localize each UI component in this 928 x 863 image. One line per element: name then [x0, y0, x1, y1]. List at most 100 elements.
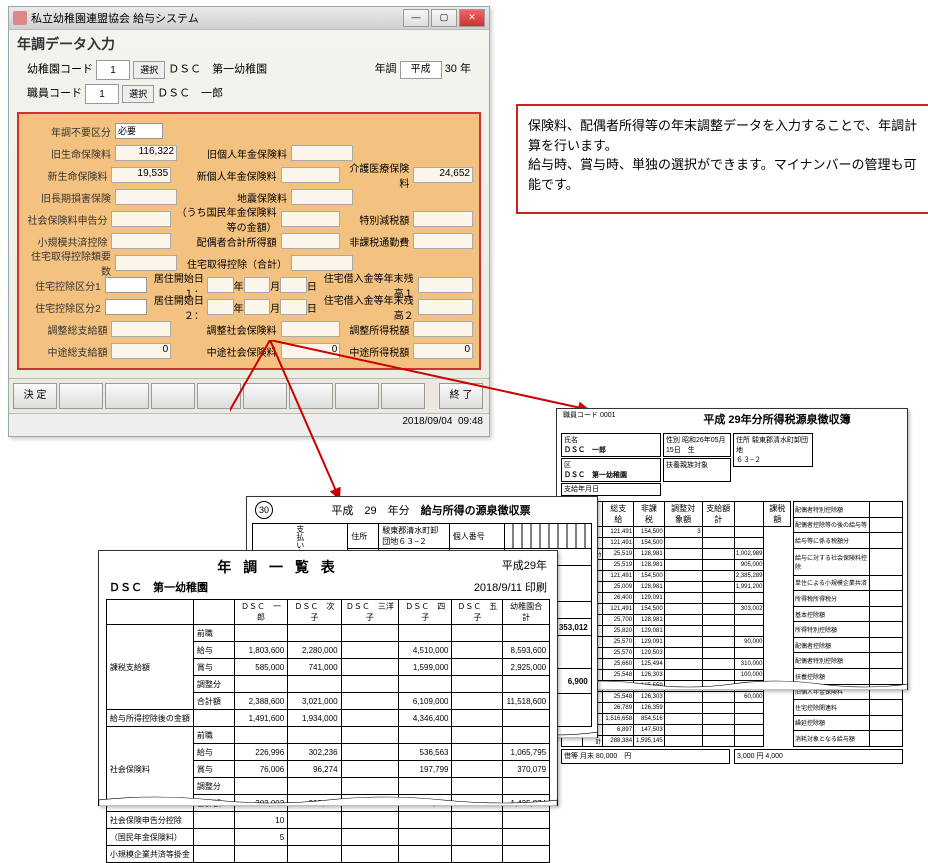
- house-day-input[interactable]: [280, 299, 307, 315]
- form-input[interactable]: [111, 321, 171, 337]
- d3-addr-label: 住所: [736, 437, 750, 444]
- kindergarten-name: ＤＳＣ 第一幼稚園: [168, 64, 267, 76]
- form-input[interactable]: 116,322: [115, 145, 177, 161]
- note-line-2: 給与時、賞与時、単独の選択ができます。マイナンバーの管理も可能です。: [528, 155, 918, 194]
- blank-button-8[interactable]: [381, 383, 425, 409]
- form-input[interactable]: [291, 255, 353, 271]
- page-heading: 年調データ入力: [9, 30, 489, 58]
- year-unit: 年: [460, 63, 471, 75]
- form-input[interactable]: [291, 189, 353, 205]
- code-area: 幼稚園コード 選択 ＤＳＣ 第一幼稚園 年調 平成 30 年 職員コード 選択 …: [9, 58, 489, 110]
- house-month-input[interactable]: [244, 299, 271, 315]
- close-button[interactable]: ✕: [459, 9, 485, 27]
- form-label: 中途社会保険料: [171, 344, 280, 359]
- form-label: 旧長期損害保険: [25, 190, 115, 205]
- kindergarten-code-input[interactable]: [96, 60, 130, 80]
- form-input[interactable]: [111, 233, 171, 249]
- blank-button-4[interactable]: [197, 383, 241, 409]
- fuyo-label: 年調不要区分: [25, 124, 115, 139]
- form-input[interactable]: 0: [413, 343, 473, 359]
- house-balance-input[interactable]: [418, 277, 473, 293]
- minimize-button[interactable]: —: [403, 9, 429, 27]
- house-date-label: 居住開始日２：: [147, 292, 206, 322]
- d3-bottom-left: 借等 月末 80,000 円: [561, 749, 730, 764]
- status-date: 2018/09/04: [402, 416, 452, 427]
- d2-loan-amt: 6,900: [568, 677, 588, 686]
- form-label: 調整社会保険料: [171, 322, 280, 337]
- d3-bottom-right: 3,000 円 4,000: [734, 749, 903, 764]
- d2-addr-label: 住所: [348, 524, 379, 549]
- d2-year: 平成 29 年分: [331, 505, 409, 517]
- house-kubun-label: 住宅控除区分1: [25, 278, 105, 293]
- d3-name: ＤＳＣ 一郎: [564, 447, 606, 454]
- blank-button-7[interactable]: [335, 383, 379, 409]
- form-input[interactable]: [281, 233, 341, 249]
- form-input[interactable]: [281, 321, 341, 337]
- kindergarten-select-button[interactable]: 選択: [133, 61, 165, 79]
- blank-button-3[interactable]: [151, 383, 195, 409]
- form-label: 社会保険料申告分: [25, 212, 111, 227]
- form-input[interactable]: 0: [111, 343, 171, 359]
- form-label: 旧生命保険料: [25, 146, 115, 161]
- form-label: 新個人年金保険料: [171, 168, 280, 183]
- staff-select-button[interactable]: 選択: [122, 85, 154, 103]
- fuyo-select[interactable]: 必要: [115, 123, 163, 139]
- app-icon: [13, 11, 27, 25]
- form-input[interactable]: [413, 211, 473, 227]
- note-line-1: 保険料、配偶者所得等の年末調整データを入力することで、年調計算を行います。: [528, 116, 918, 155]
- d1-printed: 2018/9/11 印刷: [474, 579, 547, 595]
- app-window: 私立幼稚園連盟協会 給与システム — ▢ ✕ 年調データ入力 幼稚園コード 選択…: [8, 6, 490, 437]
- form-input[interactable]: [413, 233, 473, 249]
- end-button[interactable]: 終 了: [439, 383, 483, 409]
- blank-button-2[interactable]: [105, 383, 149, 409]
- form-input[interactable]: [115, 255, 177, 271]
- era-select[interactable]: 平成: [400, 61, 442, 79]
- maximize-button[interactable]: ▢: [431, 9, 457, 27]
- blank-button-5[interactable]: [243, 383, 287, 409]
- d3-org: ＤＳＣ 第一幼稚園: [564, 472, 627, 479]
- house-day-input[interactable]: [280, 277, 307, 293]
- house-kubun-select[interactable]: [105, 299, 148, 315]
- form-panel: 年調不要区分 必要 旧生命保険料116,322旧個人年金保険料新生命保険料19,…: [17, 112, 481, 370]
- house-balance-label: 住宅借入金等年末残高２: [317, 292, 418, 322]
- form-input[interactable]: [115, 189, 177, 205]
- d2-circle: 30: [255, 501, 273, 519]
- d2-addr: 駿東郡清水町卸団地６３−２: [379, 524, 450, 549]
- d3-sex-label: 性別: [666, 437, 680, 444]
- form-input[interactable]: 0: [281, 343, 341, 359]
- house-month-input[interactable]: [244, 277, 271, 293]
- form-label: 中途総支給額: [25, 344, 111, 359]
- house-balance-input[interactable]: [418, 299, 473, 315]
- form-input[interactable]: 19,535: [111, 167, 171, 183]
- form-input[interactable]: [413, 321, 473, 337]
- form-label: 調整所得税額: [340, 322, 413, 337]
- house-year-input[interactable]: [207, 277, 234, 293]
- year-value: 30: [445, 63, 457, 75]
- house-kubun-select[interactable]: [105, 277, 148, 293]
- decide-button[interactable]: 決 定: [13, 383, 57, 409]
- button-bar: 決 定 終 了: [9, 378, 489, 413]
- form-label: 介護医療保険料: [340, 160, 413, 190]
- d3-dep-label: 扶養親族対象: [663, 458, 731, 482]
- form-label: 地震保険料: [177, 190, 291, 205]
- d1-table: ＤＳＣ 一郎ＤＳＣ 次子ＤＳＣ 三洋子ＤＳＣ 四子ＤＳＣ 五子幼稚園合計課税支給…: [106, 599, 550, 863]
- house-year-input[interactable]: [207, 299, 234, 315]
- kindergarten-code-label: 幼稚園コード: [27, 64, 93, 76]
- withholding-ledger-doc: 職員コード 0001 平成 29年分所得税源泉徴収簿 氏名ＤＳＣ 一郎 区ＤＳＣ…: [556, 408, 908, 690]
- form-label: （うち国民年金保険料等の金額）: [171, 204, 280, 234]
- form-input[interactable]: [281, 167, 341, 183]
- blank-button-6[interactable]: [289, 383, 333, 409]
- d3-code-label: 職員コード: [563, 412, 598, 419]
- d1-title: 年 調 一 覧 表: [109, 557, 447, 577]
- form-input[interactable]: [111, 211, 171, 227]
- d2-amt1: 353,012: [559, 623, 588, 632]
- titlebar: 私立幼稚園連盟協会 給与システム — ▢ ✕: [9, 7, 489, 30]
- d3-name-label: 氏名: [564, 437, 578, 444]
- form-label: 特別減税額: [340, 212, 413, 227]
- form-label: 住宅取得控除類要数: [25, 248, 115, 278]
- form-input[interactable]: 24,652: [413, 167, 473, 183]
- form-input[interactable]: [291, 145, 353, 161]
- staff-code-input[interactable]: [85, 84, 119, 104]
- blank-button-1[interactable]: [59, 383, 103, 409]
- form-input[interactable]: [281, 211, 341, 227]
